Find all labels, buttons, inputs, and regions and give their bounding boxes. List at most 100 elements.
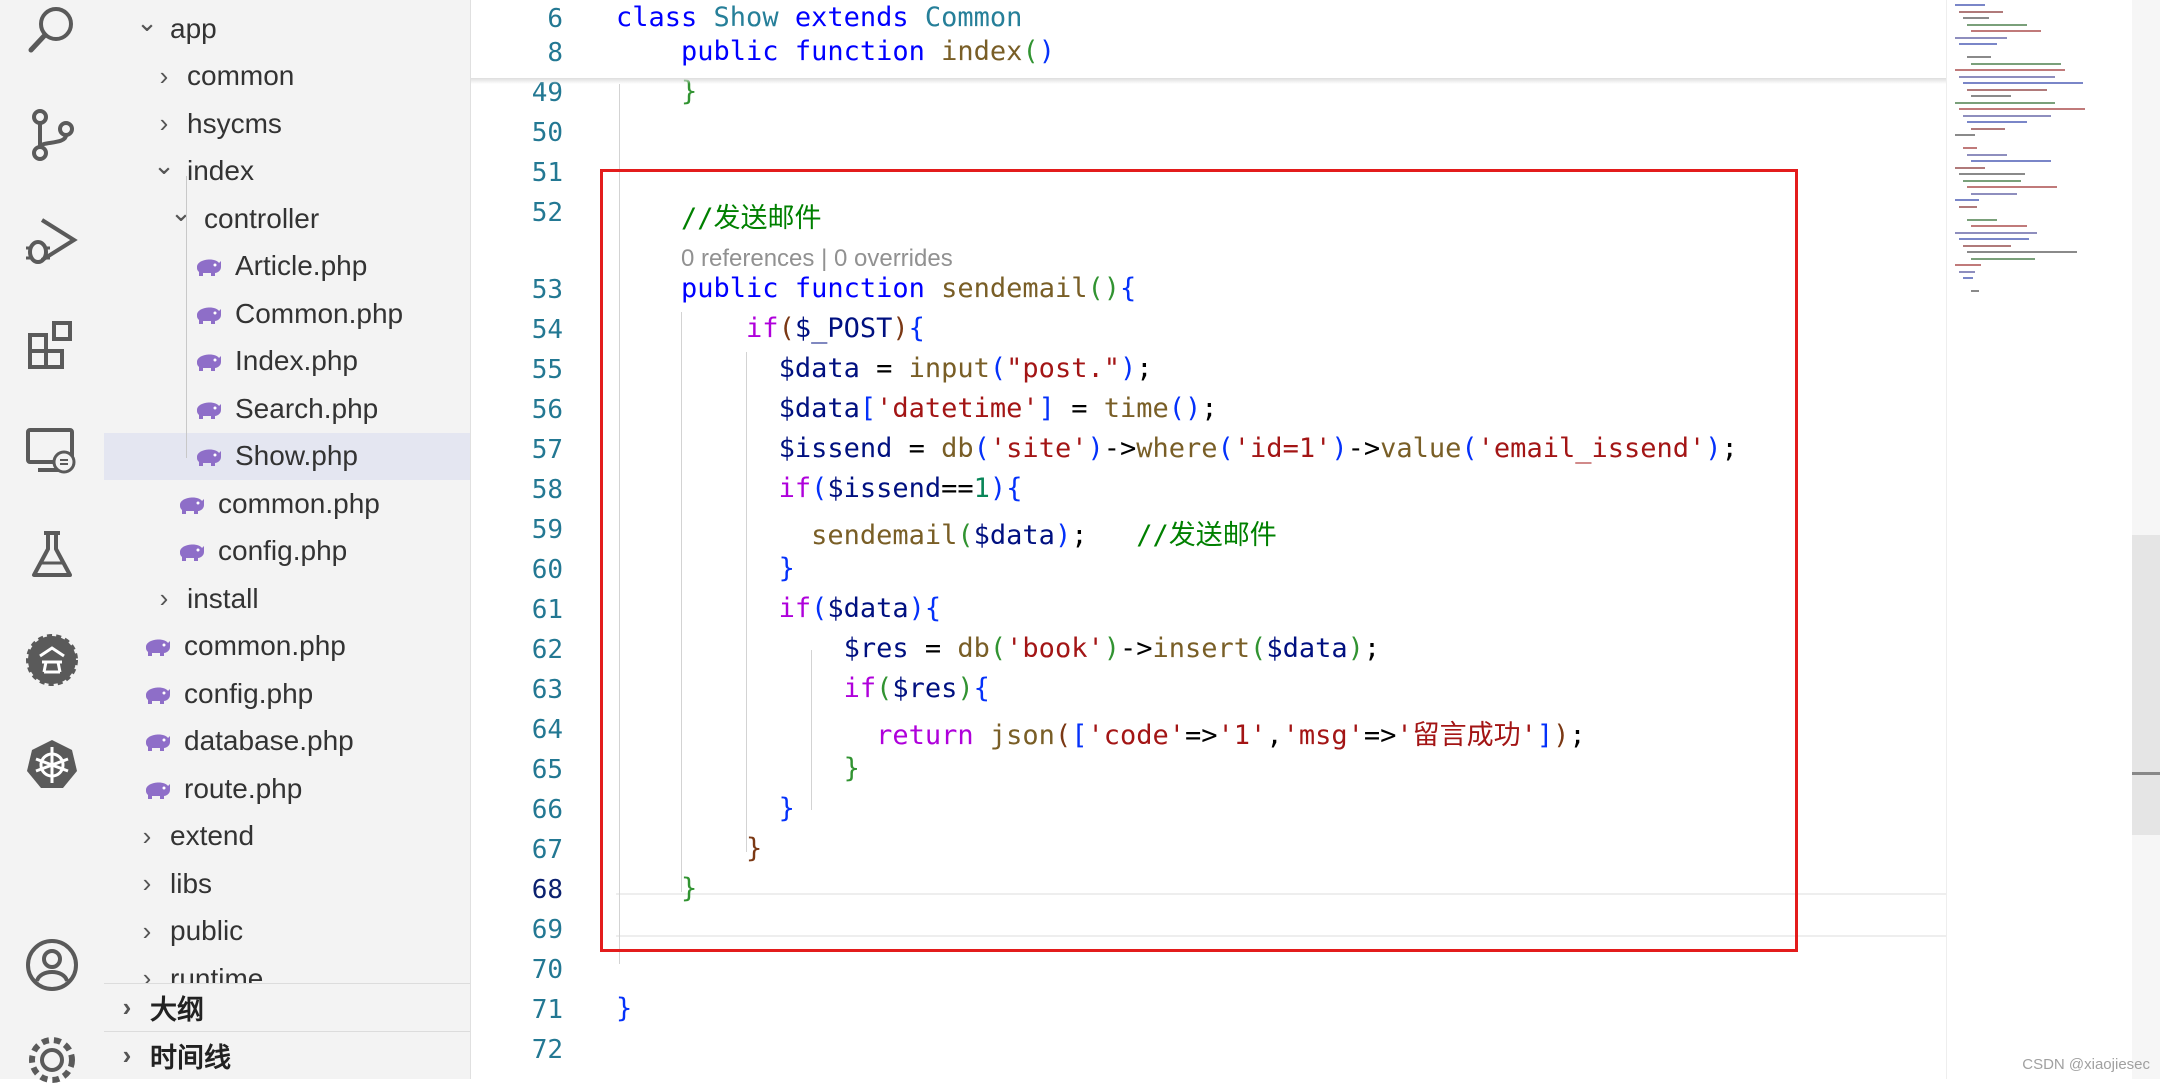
minimap-line — [1971, 160, 2051, 162]
line-number: 65 — [531, 755, 563, 785]
source-control-icon[interactable] — [22, 105, 82, 165]
php-elephant-icon — [146, 639, 170, 656]
minimap-line — [1963, 114, 2051, 117]
php-elephant-icon — [180, 544, 204, 561]
tree-folder[interactable]: ⌄ controller — [104, 195, 470, 242]
line-number: 57 — [531, 435, 563, 465]
php-elephant-icon — [197, 259, 221, 276]
run-debug-icon[interactable] — [22, 210, 82, 270]
tree-folder[interactable]: › common — [104, 53, 470, 100]
minimap-line — [1963, 179, 2021, 182]
line-number: 51 — [531, 158, 563, 188]
tree-item-label: extend — [170, 820, 255, 851]
testing-icon[interactable] — [22, 525, 82, 585]
php-elephant-icon — [146, 687, 170, 704]
extensions-icon[interactable] — [22, 315, 82, 375]
tree-file[interactable]: common.php — [104, 623, 470, 670]
php-elephant-icon — [146, 734, 170, 751]
php-elephant-icon — [146, 782, 170, 799]
tree-file[interactable]: Search.php — [104, 385, 470, 432]
outline-section[interactable]: › 大纲 — [104, 983, 470, 1031]
tree-item-label: libs — [170, 867, 213, 899]
sticky-scroll-shadow — [471, 78, 1946, 84]
account-icon[interactable] — [22, 935, 82, 995]
minimap-line — [1963, 244, 2011, 247]
minimap-line — [1963, 147, 1977, 149]
tree-file[interactable]: Index.php — [104, 338, 470, 385]
tree-file[interactable]: config.php — [104, 670, 470, 717]
minimap-line — [1971, 257, 2035, 260]
tree-item-label: Show.php — [235, 440, 358, 471]
tree-item-label: hsycms — [187, 107, 282, 139]
php-elephant-icon — [197, 449, 221, 466]
tree-file[interactable]: route.php — [104, 765, 470, 812]
chevron-right-icon: › — [159, 108, 169, 138]
highlight-annotation-box — [600, 169, 1798, 952]
tree-item-label: config.php — [184, 677, 314, 709]
chevron-right-icon: › — [159, 583, 169, 613]
line-number: 69 — [531, 915, 563, 945]
timeline-section[interactable]: › 时间线 — [104, 1031, 470, 1079]
tree-item-label: Search.php — [235, 392, 379, 424]
tree-folder[interactable]: › libs — [104, 860, 470, 907]
tree-file[interactable]: Article.php — [104, 243, 470, 290]
code-line[interactable]: } — [616, 993, 632, 1024]
tree-file[interactable]: Common.php — [104, 290, 470, 337]
php-elephant-icon — [197, 307, 221, 324]
tree-folder[interactable]: ⌄ app — [104, 5, 470, 52]
tree-file[interactable]: config.php — [104, 528, 470, 575]
tree-file[interactable]: database.php — [104, 718, 470, 765]
tree-folder[interactable]: › hsycms — [104, 100, 470, 147]
minimap-line — [1955, 69, 2065, 71]
minimap[interactable] — [1946, 0, 2133, 1079]
kubernetes-icon[interactable] — [22, 735, 82, 795]
line-number: 60 — [531, 555, 563, 585]
chevron-right-icon: › — [142, 820, 152, 851]
tree-item-label: config.php — [218, 535, 348, 566]
minimap-line — [1963, 277, 1973, 279]
code-line[interactable]: class Show extends Common — [616, 2, 1022, 33]
tree-folder[interactable]: › extend — [104, 813, 470, 860]
tree-item-label: common.php — [184, 630, 346, 661]
tree-file[interactable]: Show.php — [104, 432, 470, 480]
minimap-line — [1971, 95, 2011, 97]
line-number: 63 — [531, 675, 563, 705]
activity-bar — [0, 0, 105, 1083]
minimap-line — [1959, 75, 2055, 78]
minimap-line — [1967, 186, 2057, 188]
minimap-line — [1959, 173, 2025, 175]
line-number: 59 — [531, 515, 563, 545]
tree-folder[interactable]: › install — [104, 575, 470, 622]
minimap-line — [1971, 30, 2041, 32]
tree-folder[interactable]: ⌄ index — [104, 148, 470, 195]
tree-file[interactable]: common.php — [104, 480, 470, 527]
search-icon[interactable] — [22, 0, 82, 60]
minimap-line — [1955, 36, 2007, 39]
minimap-line — [1967, 218, 1997, 221]
tree-item-label: database.php — [184, 725, 354, 756]
tree-item-label: common — [187, 60, 295, 91]
minimap-line — [1967, 88, 2047, 91]
minimap-line — [1955, 166, 1985, 169]
php-elephant-icon — [180, 497, 204, 514]
chevron-down-icon: ⌄ — [136, 7, 158, 37]
remote-explorer-icon[interactable] — [22, 420, 82, 480]
tree-item-label: Index.php — [235, 345, 358, 376]
line-number: 52 — [531, 198, 563, 228]
codegeex-icon[interactable] — [22, 630, 82, 690]
line-number: 54 — [531, 315, 563, 345]
tree-folder[interactable]: › public — [104, 908, 470, 955]
minimap-line — [1955, 199, 1979, 201]
minimap-line — [1967, 121, 2027, 123]
minimap-line — [1963, 17, 1989, 19]
line-number: 53 — [531, 275, 563, 305]
scrollbar-thumb[interactable] — [2132, 535, 2160, 835]
code-line[interactable]: public function index() — [616, 36, 1055, 67]
watermark: CSDN @xiaojiesec — [2022, 1056, 2150, 1073]
line-number: 72 — [531, 1035, 563, 1065]
minimap-line — [1971, 62, 2061, 65]
settings-gear-icon[interactable] — [22, 1030, 82, 1090]
chevron-right-icon: › — [142, 868, 152, 898]
minimap-line — [1971, 290, 1979, 292]
vertical-scrollbar[interactable] — [2132, 0, 2160, 1079]
